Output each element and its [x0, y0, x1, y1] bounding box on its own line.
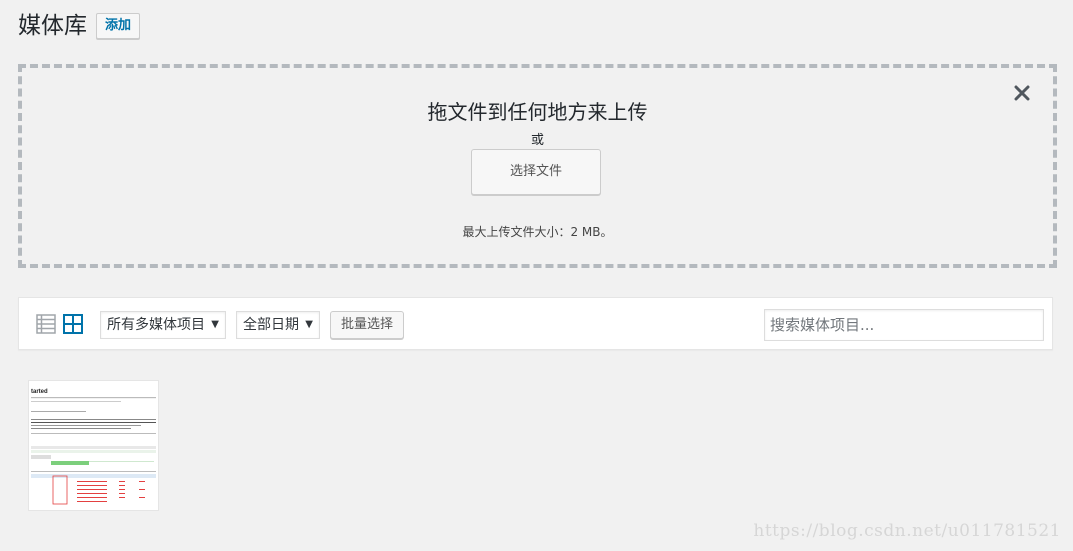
upload-drop-zone[interactable]: 拖文件到任何地方来上传 或 选择文件 最大上传文件大小：2 MB。 [18, 64, 1057, 268]
media-library-page: 媒体库 添加 拖文件到任何地方来上传 或 选择文件 最大上传文件大小：2 MB。 [0, 0, 1073, 551]
date-filter[interactable]: 全部日期 ▼ [236, 311, 320, 339]
dropdown-arrow-icon: ▼ [211, 319, 219, 330]
list-view-icon[interactable] [35, 313, 57, 335]
grid-view-icon[interactable] [62, 313, 84, 335]
page-header: 媒体库 添加 [18, 12, 141, 40]
grid-view-icon-svg [63, 314, 83, 334]
thumbnail-heading: tarted [31, 389, 48, 395]
search-media-input[interactable] [764, 309, 1044, 341]
max-upload-size: 最大上传文件大小：2 MB。 [462, 225, 613, 239]
watermark-text: https://blog.csdn.net/u011781521 [753, 521, 1061, 541]
date-filter-value: 全部日期 [243, 317, 299, 333]
media-toolbar: 所有多媒体项目 ▼ 全部日期 ▼ 批量选择 [18, 297, 1053, 350]
media-type-filter-value: 所有多媒体项目 [107, 317, 205, 333]
document-preview-image: tarted [29, 381, 158, 510]
select-files-button[interactable]: 选择文件 [471, 149, 601, 195]
drop-instructions: 拖文件到任何地方来上传 [427, 100, 648, 124]
add-new-button[interactable]: 添加 [96, 13, 141, 39]
list-view-icon-svg [36, 314, 56, 334]
or-separator: 或 [530, 133, 544, 148]
media-type-filter[interactable]: 所有多媒体项目 ▼ [100, 311, 226, 339]
dropdown-arrow-icon: ▼ [305, 319, 313, 330]
page-title: 媒体库 [18, 13, 87, 39]
bulk-select-button[interactable]: 批量选择 [330, 311, 404, 339]
attachment-thumbnail[interactable]: tarted [28, 380, 159, 511]
